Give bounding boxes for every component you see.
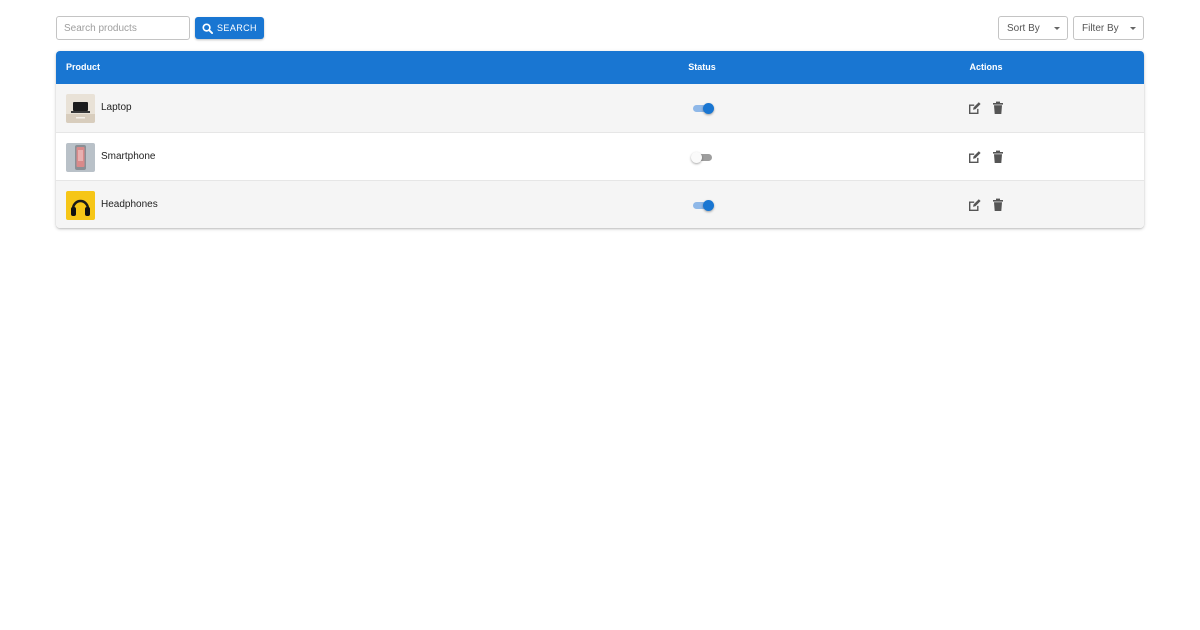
headphones-thumbnail bbox=[66, 191, 95, 220]
product-name: Laptop bbox=[101, 102, 132, 113]
sort-by-select[interactable]: Sort By bbox=[998, 16, 1068, 40]
status-toggle[interactable] bbox=[691, 151, 714, 163]
sort-by-label: Sort By bbox=[1007, 22, 1040, 34]
product-name: Headphones bbox=[101, 199, 158, 210]
toolbar: SEARCH Sort By Filter By bbox=[56, 16, 1144, 40]
trash-icon[interactable] bbox=[991, 198, 1005, 212]
edit-icon[interactable] bbox=[967, 198, 981, 212]
search-button-label: SEARCH bbox=[217, 23, 257, 33]
laptop-thumbnail bbox=[66, 94, 95, 123]
edit-icon[interactable] bbox=[967, 150, 981, 164]
table-row: Headphones bbox=[56, 181, 1144, 228]
table-header: Product Status Actions bbox=[56, 51, 1144, 84]
trash-icon[interactable] bbox=[991, 150, 1005, 164]
filter-by-label: Filter By bbox=[1082, 22, 1119, 34]
search-input[interactable] bbox=[56, 16, 190, 40]
search-icon bbox=[202, 22, 214, 34]
table-row: Smartphone bbox=[56, 132, 1144, 181]
column-header-product: Product bbox=[66, 62, 101, 72]
filter-by-select[interactable]: Filter By bbox=[1073, 16, 1144, 40]
status-toggle[interactable] bbox=[691, 103, 714, 114]
product-name: Smartphone bbox=[101, 150, 156, 162]
edit-icon[interactable] bbox=[967, 101, 981, 115]
caret-down-icon bbox=[1130, 27, 1136, 30]
caret-down-icon bbox=[1054, 27, 1060, 30]
status-toggle[interactable] bbox=[691, 200, 714, 211]
column-header-status: Status bbox=[688, 62, 716, 72]
trash-icon[interactable] bbox=[991, 101, 1005, 115]
search-button[interactable]: SEARCH bbox=[195, 17, 264, 39]
table-row: Laptop bbox=[56, 84, 1144, 133]
smartphone-thumbnail bbox=[66, 142, 95, 172]
column-header-actions: Actions bbox=[969, 62, 1003, 72]
products-table: Product Status Actions Laptop Smartphone… bbox=[56, 51, 1144, 228]
